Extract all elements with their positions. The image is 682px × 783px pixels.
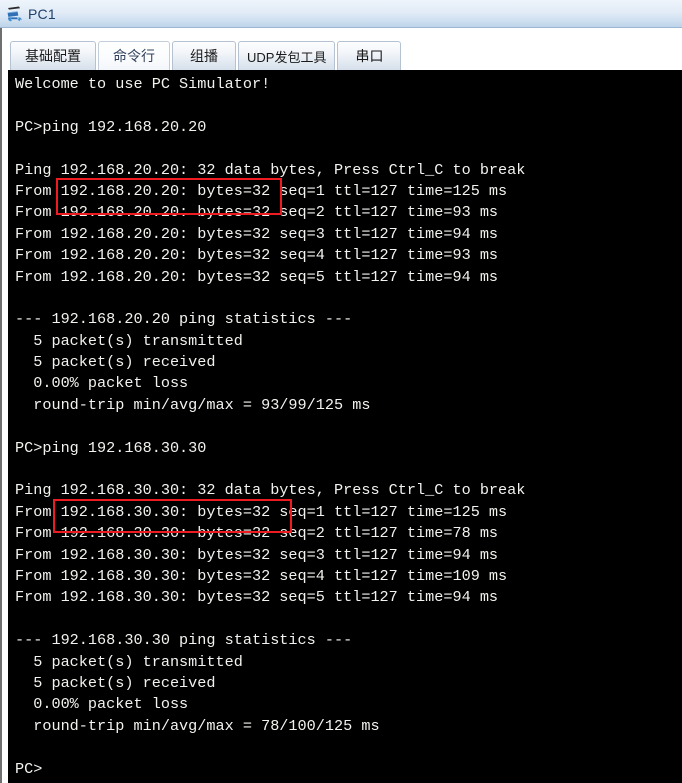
terminal-line: From 192.168.20.20: bytes=32 seq=2 ttl=1… — [15, 203, 499, 222]
pc-simulator-window: PC1 基础配置 命令行 组播 UDP发包工具 串口 Welcome to us… — [0, 0, 682, 783]
tab-command-line-label: 命令行 — [113, 48, 155, 64]
terminal-line: From 192.168.20.20: bytes=32 seq=3 ttl=1… — [15, 224, 499, 243]
terminal-line: 5 packet(s) transmitted — [15, 331, 243, 350]
terminal-line: 0.00% packet loss — [15, 374, 189, 393]
pc-device-icon — [7, 6, 22, 21]
terminal-line: 0.00% packet loss — [15, 695, 189, 714]
tab-command-line[interactable]: 命令行 — [98, 41, 170, 70]
terminal-console[interactable]: Welcome to use PC Simulator! PC>ping 192.… — [8, 70, 682, 783]
terminal-line: Welcome to use PC Simulator! — [15, 75, 271, 93]
terminal-line: 5 packet(s) received — [15, 673, 216, 692]
tab-basic-config-label: 基础配置 — [25, 48, 81, 64]
tab-multicast[interactable]: 组播 — [172, 41, 236, 70]
terminal-line: From 192.168.20.20: bytes=32 seq=5 ttl=1… — [15, 267, 499, 286]
terminal-line: --- 192.168.20.20 ping statistics --- — [15, 310, 353, 329]
tab-udp-tool-label: UDP发包工具 — [247, 49, 327, 65]
terminal-line: From 192.168.20.20: bytes=32 seq=1 ttl=1… — [15, 181, 508, 200]
tab-serial-port[interactable]: 串口 — [337, 41, 402, 70]
terminal-line: Ping 192.168.20.20: 32 data bytes, Press… — [15, 160, 526, 179]
tab-basic-config[interactable]: 基础配置 — [10, 41, 96, 70]
terminal-line: From 192.168.30.30: bytes=32 seq=2 ttl=1… — [15, 524, 499, 543]
terminal-line: --- 192.168.30.30 ping statistics --- — [15, 631, 353, 650]
terminal-line: From 192.168.30.30: bytes=32 seq=1 ttl=1… — [15, 502, 508, 521]
terminal-line: Ping 192.168.30.30: 32 data bytes, Press… — [15, 481, 526, 500]
terminal-line: PC> — [15, 759, 43, 778]
terminal-line: 5 packet(s) received — [15, 353, 216, 372]
tab-multicast-label: 组播 — [190, 48, 218, 64]
window-left-edge — [2, 28, 5, 783]
terminal-line: From 192.168.30.30: bytes=32 seq=4 ttl=1… — [15, 566, 508, 585]
terminal-line: PC>ping 192.168.30.30 — [15, 438, 207, 457]
terminal-line: From 192.168.20.20: bytes=32 seq=4 ttl=1… — [15, 246, 499, 265]
terminal-line: From 192.168.30.30: bytes=32 seq=3 ttl=1… — [15, 545, 499, 564]
terminal-line: From 192.168.30.30: bytes=32 seq=5 ttl=1… — [15, 588, 499, 607]
window-title: PC1 — [28, 5, 56, 22]
terminal-line: PC>ping 192.168.20.20 — [15, 117, 207, 136]
window-client-area: 基础配置 命令行 组播 UDP发包工具 串口 Welcome to use PC… — [0, 28, 682, 783]
terminal-line: 5 packet(s) transmitted — [15, 652, 243, 671]
terminal-line: round-trip min/avg/max = 93/99/125 ms — [15, 395, 371, 414]
window-titlebar: PC1 — [0, 0, 682, 28]
tab-bar: 基础配置 命令行 组播 UDP发包工具 串口 — [10, 39, 402, 70]
tab-udp-tool[interactable]: UDP发包工具 — [238, 41, 336, 70]
terminal-output: Welcome to use PC Simulator! PC>ping 192.… — [15, 74, 682, 780]
terminal-line: round-trip min/avg/max = 78/100/125 ms — [15, 716, 380, 735]
tab-serial-port-label: 串口 — [355, 48, 384, 64]
